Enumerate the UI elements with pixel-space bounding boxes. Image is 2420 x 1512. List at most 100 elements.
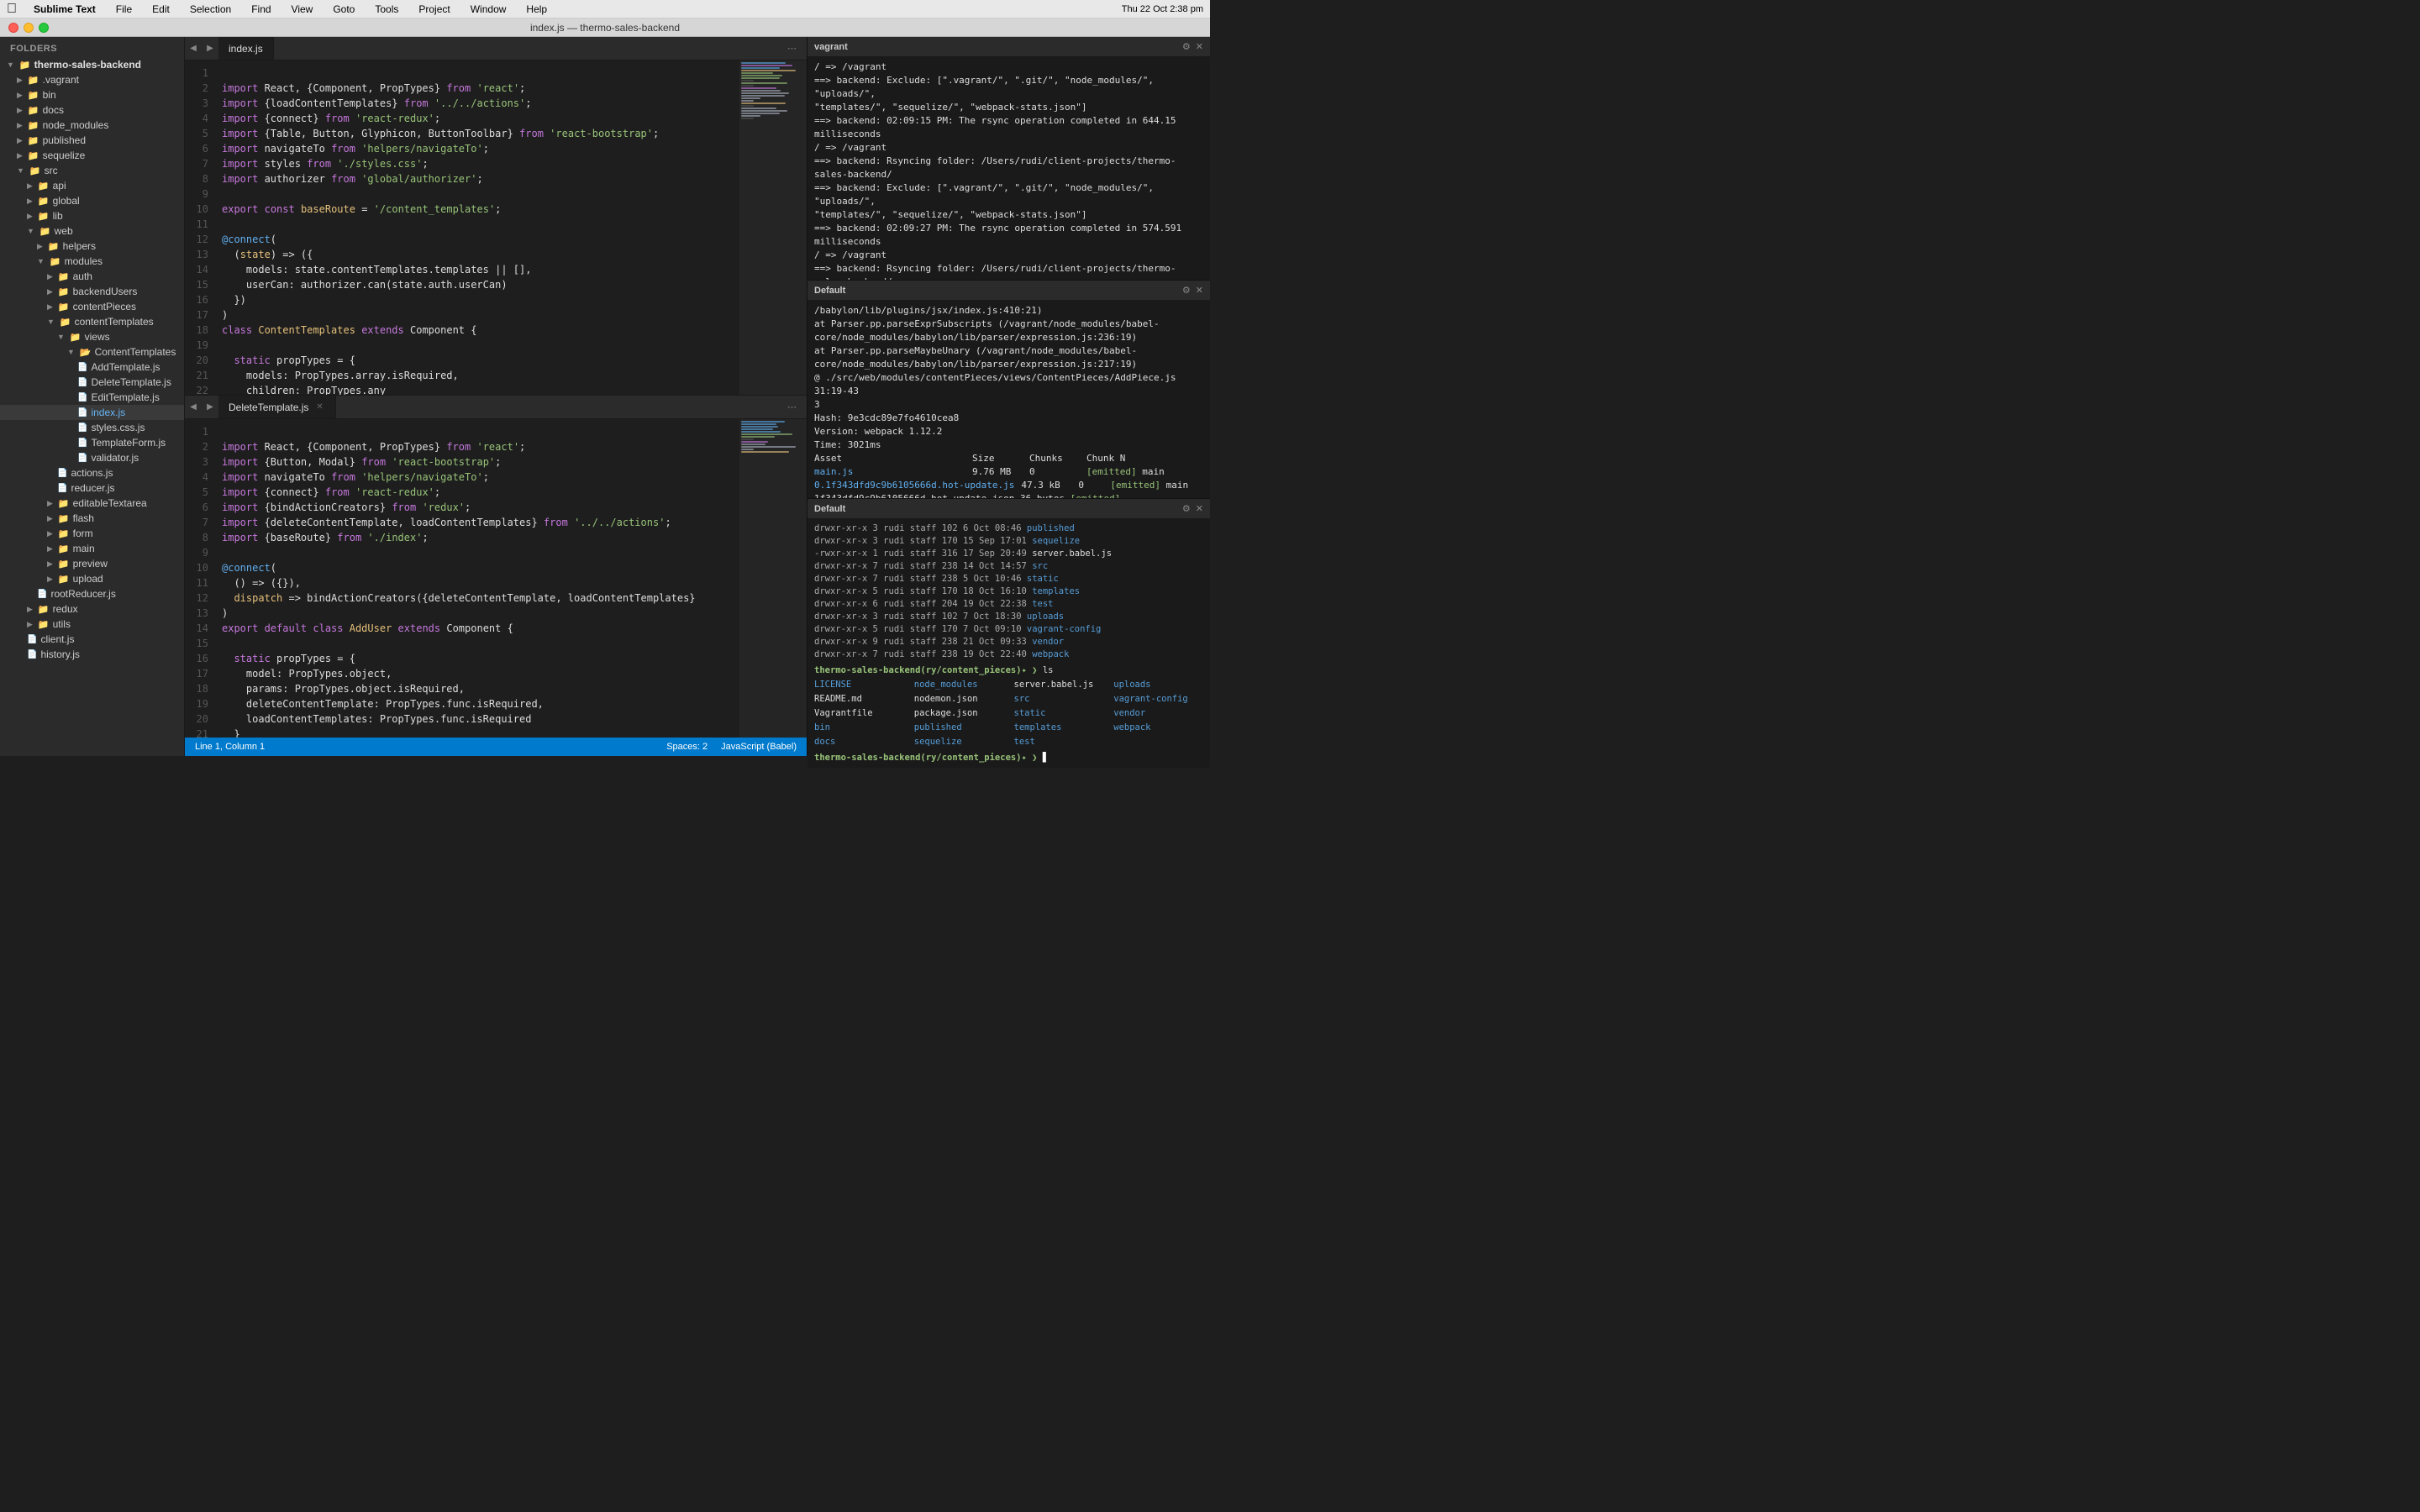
sidebar-item-form[interactable]: ▶ 📁 form (0, 526, 184, 541)
tab-nav-right-bottom[interactable]: ▶ (202, 396, 218, 418)
menu-window[interactable]: Window (467, 3, 510, 15)
folder-arrow-icon: ▶ (47, 287, 53, 297)
settings-icon[interactable]: ⚙ (1182, 285, 1191, 296)
sidebar-item-published[interactable]: ▶ 📁 published (0, 133, 184, 148)
sidebar-item-stylescssjs[interactable]: 📄 styles.css.js (0, 420, 184, 435)
terminal-line: Version: webpack 1.12.2 (814, 425, 1203, 438)
menu-edit[interactable]: Edit (149, 3, 173, 15)
maximize-button[interactable] (39, 23, 49, 33)
sidebar-item-lib[interactable]: ▶ 📁 lib (0, 208, 184, 223)
menu-help[interactable]: Help (523, 3, 550, 15)
tab-action-btn[interactable]: ⋯ (784, 41, 800, 55)
sidebar-item-rootreducer[interactable]: 📄 rootReducer.js (0, 586, 184, 601)
code-content-top[interactable]: import React, {Component, PropTypes} fro… (215, 60, 739, 395)
sidebar-item-flash[interactable]: ▶ 📁 flash (0, 511, 184, 526)
menu-selection[interactable]: Selection (187, 3, 234, 15)
panel-vagrant: vagrant ⚙ ✕ / => /vagrant ==> backend: E… (808, 37, 1210, 281)
file-icon: 📄 (37, 590, 47, 599)
sidebar-item-src[interactable]: ▼ 📁 src (0, 163, 184, 178)
sidebar-item-global[interactable]: ▶ 📁 global (0, 193, 184, 208)
sidebar-item-modules[interactable]: ▼ 📁 modules (0, 254, 184, 269)
sidebar-item-helpers[interactable]: ▶ 📁 helpers (0, 239, 184, 254)
sidebar-label: backendUsers (73, 286, 138, 297)
terminal-vagrant-content[interactable]: / => /vagrant ==> backend: Exclude: [".v… (808, 57, 1210, 280)
sidebar-item-indexjs[interactable]: 📄 index.js (0, 405, 184, 420)
sidebar-item-editabletextarea[interactable]: ▶ 📁 editableTextarea (0, 496, 184, 511)
sidebar-item-historyjs[interactable]: 📄 history.js (0, 647, 184, 662)
app-menu-sublime[interactable]: Sublime Text (30, 3, 99, 15)
sidebar-item-addtemplate[interactable]: 📄 AddTemplate.js (0, 360, 184, 375)
minimap-lines (739, 60, 807, 122)
sidebar-item-actionsjs[interactable]: 📄 actions.js (0, 465, 184, 480)
apple-menu[interactable]:  (7, 2, 17, 17)
menu-find[interactable]: Find (248, 3, 274, 15)
sidebar-item-vagrant[interactable]: ▶ 📁 .vagrant (0, 72, 184, 87)
sidebar-item-validatorjs[interactable]: 📄 validator.js (0, 450, 184, 465)
sidebar-item-utils[interactable]: ▶ 📁 utils (0, 617, 184, 632)
terminal-line: 1f343dfd9c9b6105666d.hot-update.json 36 … (814, 492, 1203, 498)
close-icon[interactable]: ✕ (1196, 285, 1203, 296)
sidebar-label: main (73, 543, 95, 554)
menu-project[interactable]: Project (415, 3, 453, 15)
settings-icon[interactable]: ⚙ (1182, 503, 1191, 514)
sidebar-item-clientjs[interactable]: 📄 client.js (0, 632, 184, 647)
sidebar-item-backendusers[interactable]: ▶ 📁 backendUsers (0, 284, 184, 299)
sidebar-item-upload[interactable]: ▶ 📁 upload (0, 571, 184, 586)
sidebar-item-reducerjs[interactable]: 📄 reducer.js (0, 480, 184, 496)
code-editor-top[interactable]: 12345 678910 1112131415 1617181920 21222… (185, 60, 807, 395)
close-button[interactable] (8, 23, 18, 33)
sidebar-item-contentpieces[interactable]: ▶ 📁 contentPieces (0, 299, 184, 314)
close-icon[interactable]: ✕ (1196, 503, 1203, 514)
sidebar-item-web[interactable]: ▼ 📁 web (0, 223, 184, 239)
sidebar-label: contentPieces (73, 301, 136, 312)
sidebar-item-docs[interactable]: ▶ 📁 docs (0, 102, 184, 118)
settings-icon[interactable]: ⚙ (1182, 41, 1191, 52)
sidebar-item-node-modules[interactable]: ▶ 📁 node_modules (0, 118, 184, 133)
tab-nav-right[interactable]: ▶ (202, 37, 218, 60)
tab-close-button[interactable]: ✕ (313, 402, 325, 413)
folder-arrow-icon: ▼ (27, 227, 34, 235)
menu-goto[interactable]: Goto (329, 3, 358, 15)
folder-icon: 📁 (58, 543, 70, 554)
sidebar-item-auth[interactable]: ▶ 📁 auth (0, 269, 184, 284)
menu-tools[interactable]: Tools (371, 3, 402, 15)
close-icon[interactable]: ✕ (1196, 41, 1203, 52)
sidebar-root-folder[interactable]: ▼ 📁 thermo-sales-backend (0, 57, 184, 72)
terminal-default2-content[interactable]: drwxr-xr-x 3 rudi staff 102 6 Oct 08:46 … (808, 519, 1210, 768)
sidebar-label: styles.css.js (91, 422, 145, 433)
menu-view[interactable]: View (288, 3, 317, 15)
second-editor-content[interactable]: 12345 678910 1112131415 1617181920 21222… (185, 419, 807, 738)
terminal-default1-content[interactable]: /babylon/lib/plugins/jsx/index.js:410:21… (808, 301, 1210, 498)
sidebar-item-api[interactable]: ▶ 📁 api (0, 178, 184, 193)
tab-indexjs-top[interactable]: index.js (218, 37, 274, 60)
terminal-line: Time: 3021ms (814, 438, 1203, 452)
sidebar-label: .vagrant (43, 74, 79, 86)
sidebar-item-edittemplate[interactable]: 📄 EditTemplate.js (0, 390, 184, 405)
minimize-button[interactable] (24, 23, 34, 33)
file-icon: 📄 (77, 438, 87, 448)
sidebar-item-preview[interactable]: ▶ 📁 preview (0, 556, 184, 571)
sidebar-item-templateform[interactable]: 📄 TemplateForm.js (0, 435, 184, 450)
tab-nav-left-bottom[interactable]: ◀ (185, 396, 202, 418)
code-content-bottom[interactable]: import React, {Component, PropTypes} fro… (215, 419, 739, 738)
tab-nav-left[interactable]: ◀ (185, 37, 202, 60)
traffic-lights[interactable] (8, 23, 49, 33)
tab-deletetemplate[interactable]: DeleteTemplate.js ✕ (218, 396, 336, 418)
sidebar-item-redux[interactable]: ▶ 📁 redux (0, 601, 184, 617)
sidebar-item-deletetemplate[interactable]: 📄 DeleteTemplate.js (0, 375, 184, 390)
terminal-line: 0.1f343dfd9c9b6105666d.hot-update.js 47.… (814, 479, 1203, 492)
tab-action-btn[interactable]: ⋯ (784, 400, 800, 414)
folder-icon: 📁 (39, 226, 51, 237)
sidebar-item-sequelize[interactable]: ▶ 📁 sequelize (0, 148, 184, 163)
sidebar-item-views[interactable]: ▼ 📁 views (0, 329, 184, 344)
folder-arrow-icon: ▶ (27, 181, 33, 191)
folder-arrow-icon: ▼ (37, 257, 45, 265)
status-spaces: Spaces: 2 (666, 742, 708, 752)
sidebar-item-contenttemplates[interactable]: ▼ 📁 contentTemplates (0, 314, 184, 329)
sidebar-item-contenttemplates-sub[interactable]: ▼ 📂 ContentTemplates (0, 344, 184, 360)
terminal-line: drwxr-xr-x 7 rudi staff 238 5 Oct 10:46 … (814, 573, 1203, 585)
sidebar-item-main[interactable]: ▶ 📁 main (0, 541, 184, 556)
folder-arrow-icon: ▶ (47, 544, 53, 554)
menu-file[interactable]: File (113, 3, 135, 15)
sidebar-item-bin[interactable]: ▶ 📁 bin (0, 87, 184, 102)
